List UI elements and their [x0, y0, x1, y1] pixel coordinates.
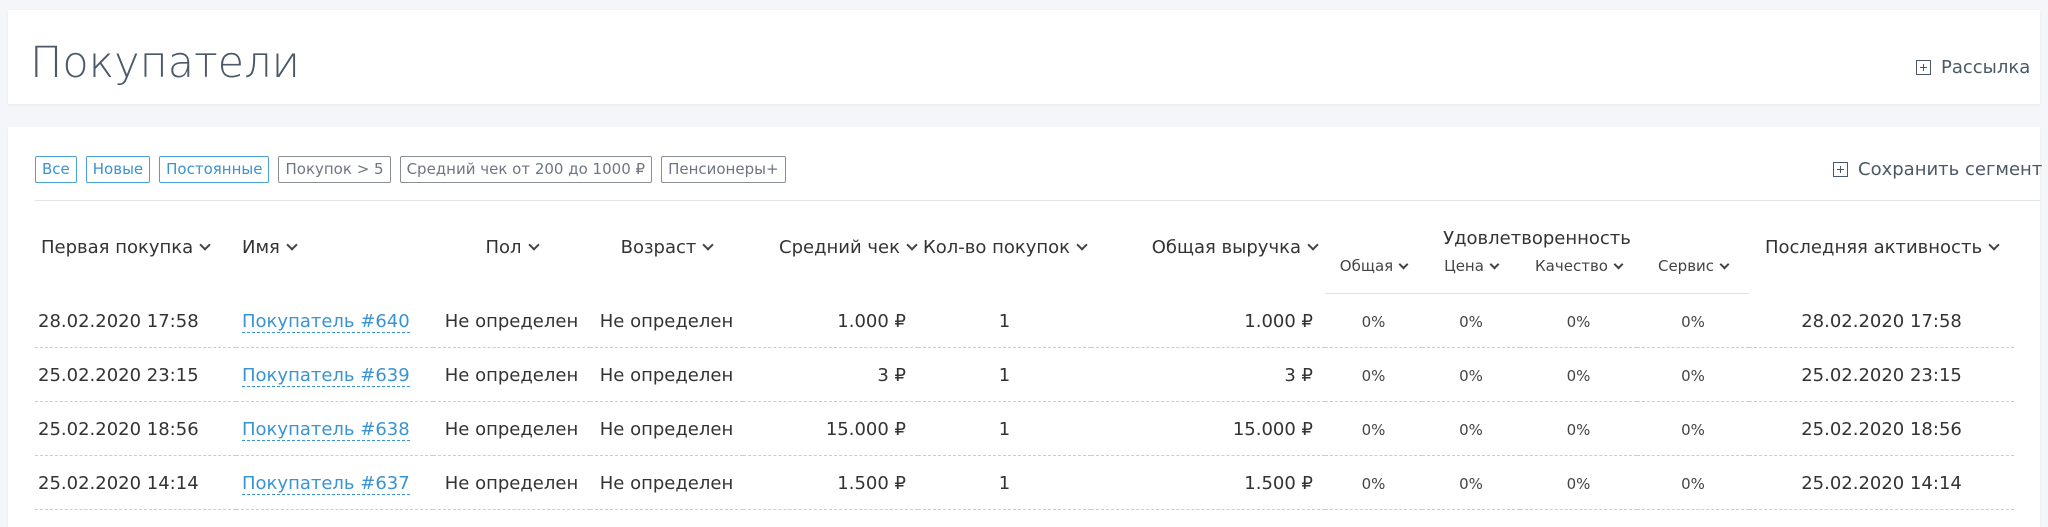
col-header-sat-quality[interactable]: Качество [1520, 253, 1637, 294]
cell-sat-price: 0% [1422, 401, 1520, 456]
cell-gender: Не определен [433, 347, 590, 402]
cell-first-purchase: 25.02.2020 14:14 [35, 455, 236, 510]
cell-purchases: 1 [918, 455, 1091, 510]
cell-last-activity: 25.02.2020 18:56 [1749, 401, 2015, 456]
filter-chip-regular[interactable]: Постоянные [159, 156, 270, 183]
col-header-avg-check[interactable]: Средний чек [743, 201, 918, 293]
chevron-down-icon [1489, 259, 1500, 270]
chevron-down-icon [1076, 238, 1088, 251]
customers-table: Первая покупка Имя Пол Возраст Средний ч… [35, 201, 2015, 510]
col-header-sat-service[interactable]: Сервис [1637, 253, 1750, 294]
cell-sat-service: 0% [1637, 455, 1750, 510]
col-header-revenue[interactable]: Общая выручка [1091, 201, 1325, 293]
cell-age: Не определен [590, 401, 743, 456]
table-row: 25.02.2020 23:15 Покупатель #639 Не опре… [35, 347, 2015, 402]
filter-chip-pensioners[interactable]: Пенсионеры+ [661, 156, 786, 183]
col-header-sat-price[interactable]: Цена [1422, 253, 1520, 294]
cell-avg-check: 3 ₽ [743, 347, 918, 402]
cell-gender: Не определен [433, 455, 590, 510]
col-header-first-purchase[interactable]: Первая покупка [35, 201, 236, 293]
cell-purchases: 1 [918, 293, 1091, 348]
cell-revenue: 3 ₽ [1091, 347, 1325, 402]
cell-gender: Не определен [433, 293, 590, 348]
cell-age: Не определен [590, 455, 743, 510]
table-row: 25.02.2020 14:14 Покупатель #637 Не опре… [35, 455, 2015, 510]
cell-sat-quality: 0% [1520, 401, 1637, 456]
chevron-down-icon [702, 238, 715, 251]
cell-revenue: 1.500 ₽ [1091, 455, 1325, 510]
chevron-down-icon [1613, 259, 1624, 270]
customer-link[interactable]: Покупатель #639 [242, 365, 410, 387]
newsletter-button[interactable]: Рассылка [1916, 57, 2040, 78]
cell-revenue: 15.000 ₽ [1091, 401, 1325, 456]
cell-purchases: 1 [918, 347, 1091, 402]
plus-square-icon [1833, 162, 1848, 177]
col-group-satisfaction: Удовлетворенность [1443, 228, 1631, 249]
chevron-down-icon [286, 238, 298, 251]
customer-link[interactable]: Покупатель #640 [242, 310, 410, 333]
chevron-down-icon [1988, 238, 2000, 251]
filter-chip-all[interactable]: Все [35, 156, 77, 183]
chevron-down-icon [1307, 238, 1319, 251]
page-header: Покупатели Рассылка [8, 10, 2040, 104]
cell-last-activity: 28.02.2020 17:58 [1749, 293, 2015, 348]
table-row: 25.02.2020 18:56 Покупатель #638 Не опре… [35, 401, 2015, 456]
newsletter-label: Рассылка [1941, 57, 2031, 78]
cell-sat-price: 0% [1422, 455, 1520, 510]
cell-sat-total: 0% [1325, 455, 1422, 510]
segment-filters: Все Новые Постоянные Покупок > 5 Средний… [35, 156, 786, 183]
cell-sat-quality: 0% [1520, 347, 1637, 402]
cell-sat-price: 0% [1422, 347, 1520, 402]
save-segment-button[interactable]: Сохранить сегмент [1833, 159, 2043, 180]
col-header-gender[interactable]: Пол [433, 201, 590, 293]
col-header-age[interactable]: Возраст [590, 201, 743, 293]
cell-revenue: 1.000 ₽ [1091, 293, 1325, 348]
customer-link[interactable]: Покупатель #638 [242, 419, 410, 441]
plus-square-icon [1916, 60, 1931, 75]
cell-first-purchase: 28.02.2020 17:58 [35, 293, 236, 348]
chevron-down-icon [527, 238, 540, 251]
customers-panel: Все Новые Постоянные Покупок > 5 Средний… [8, 127, 2043, 527]
cell-avg-check: 15.000 ₽ [743, 401, 918, 456]
cell-sat-quality: 0% [1520, 455, 1637, 510]
cell-sat-total: 0% [1325, 401, 1422, 456]
filter-chip-avg-check-range[interactable]: Средний чек от 200 до 1000 ₽ [399, 156, 653, 183]
cell-sat-price: 0% [1422, 293, 1520, 348]
chevron-down-icon [1398, 259, 1409, 270]
cell-sat-quality: 0% [1520, 293, 1637, 348]
cell-sat-service: 0% [1637, 347, 1750, 402]
save-segment-label: Сохранить сегмент [1858, 159, 2043, 180]
table-row: 28.02.2020 17:58 Покупатель #640 Не опре… [35, 293, 2015, 348]
cell-gender: Не определен [433, 401, 590, 456]
cell-first-purchase: 25.02.2020 18:56 [35, 401, 236, 456]
page-title: Покупатели [30, 38, 300, 88]
cell-avg-check: 1.500 ₽ [743, 455, 918, 510]
cell-sat-service: 0% [1637, 293, 1750, 348]
filter-chip-new[interactable]: Новые [85, 156, 151, 183]
cell-age: Не определен [590, 293, 743, 348]
cell-purchases: 1 [918, 401, 1091, 456]
customer-link[interactable]: Покупатель #637 [242, 473, 410, 495]
chevron-down-icon [906, 238, 918, 251]
col-header-last-activity[interactable]: Последняя активность [1749, 201, 2014, 293]
col-header-sat-total[interactable]: Общая [1325, 253, 1422, 294]
cell-age: Не определен [590, 347, 743, 402]
customers-table-body: 28.02.2020 17:58 Покупатель #640 Не опре… [35, 293, 2015, 510]
cell-avg-check: 1.000 ₽ [743, 293, 918, 348]
cell-sat-total: 0% [1325, 293, 1422, 348]
chevron-down-icon [199, 238, 211, 251]
cell-last-activity: 25.02.2020 23:15 [1749, 347, 2015, 402]
col-header-name[interactable]: Имя [236, 201, 433, 293]
filter-chip-purchases-gt-5[interactable]: Покупок > 5 [278, 156, 391, 183]
chevron-down-icon [1719, 259, 1730, 270]
col-header-purchases[interactable]: Кол-во покупок [918, 201, 1091, 293]
cell-last-activity: 25.02.2020 14:14 [1749, 455, 2015, 510]
cell-sat-service: 0% [1637, 401, 1750, 456]
cell-first-purchase: 25.02.2020 23:15 [35, 347, 236, 402]
cell-sat-total: 0% [1325, 347, 1422, 402]
